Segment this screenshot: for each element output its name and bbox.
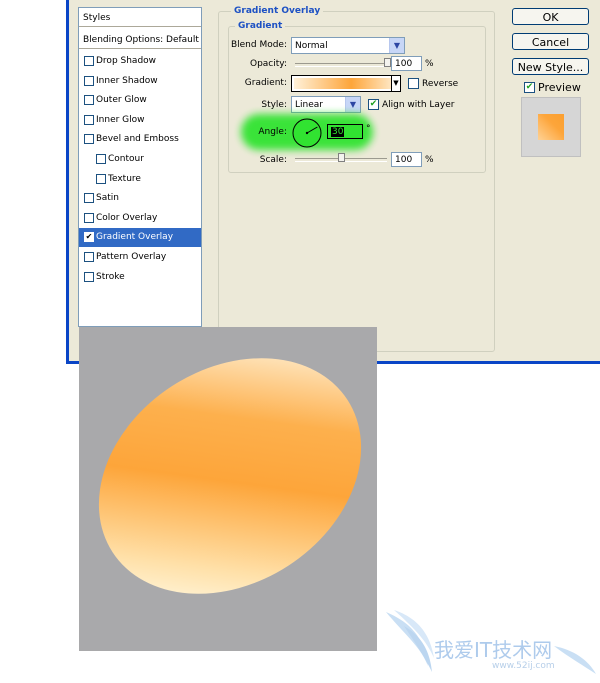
scale-input[interactable]: 100 <box>391 152 422 167</box>
angle-input[interactable]: 30 <box>327 124 363 139</box>
blend-mode-select[interactable]: Normal ▼ <box>291 37 405 54</box>
angle-unit: ° <box>366 124 371 134</box>
style-item-label: Outer Glow <box>96 95 147 106</box>
reverse-label: Reverse <box>422 79 459 89</box>
new-style-button[interactable]: New Style... <box>512 58 589 75</box>
watermark-site-name: 我爱IT技术网 <box>434 638 553 662</box>
chevron-down-icon[interactable]: ▼ <box>345 97 360 112</box>
style-item-checkbox[interactable] <box>84 114 94 125</box>
gradient-subgroup-title: Gradient <box>235 21 286 31</box>
style-item-checkbox[interactable]: ✔ <box>84 232 94 243</box>
blend-mode-label: Blend Mode: <box>230 40 287 50</box>
gradient-swatch <box>294 78 398 89</box>
style-item-checkbox[interactable] <box>84 134 94 145</box>
style-item-label: Drop Shadow <box>96 56 157 66</box>
style-item-texture[interactable]: Texture <box>79 170 201 189</box>
preview-label: Preview <box>538 81 581 94</box>
scale-unit: % <box>425 155 434 165</box>
ok-button[interactable]: OK <box>512 8 589 25</box>
style-label: Style: <box>261 100 287 110</box>
opacity-slider-track[interactable] <box>295 63 387 67</box>
style-item-checkbox[interactable] <box>84 252 94 262</box>
style-item-checkbox[interactable] <box>84 95 94 106</box>
gradient-label: Gradient: <box>244 78 287 88</box>
style-item-outer-glow[interactable]: Outer Glow <box>79 91 201 110</box>
cancel-button[interactable]: Cancel <box>512 33 589 50</box>
style-item-checkbox[interactable] <box>84 75 94 86</box>
style-item-stroke[interactable]: Stroke <box>79 268 201 287</box>
style-item-label: Pattern Overlay <box>96 252 167 262</box>
style-item-drop-shadow[interactable]: Drop Shadow <box>79 52 201 71</box>
style-item-checkbox[interactable] <box>96 154 106 164</box>
style-item-gradient-overlay[interactable]: ✔ Gradient Overlay <box>79 228 201 248</box>
style-item-checkbox[interactable] <box>84 56 94 66</box>
opacity-slider-thumb[interactable] <box>384 58 391 67</box>
style-item-label: Color Overlay <box>96 212 158 223</box>
style-item-checkbox[interactable] <box>84 193 94 204</box>
styles-header[interactable]: Styles <box>79 8 201 27</box>
gradient-ellipse <box>98 358 362 594</box>
preview-square <box>538 114 564 140</box>
angle-value: 30 <box>331 127 345 137</box>
style-item-label: Satin <box>96 193 119 204</box>
angle-dial[interactable] <box>291 117 323 149</box>
style-item-contour[interactable]: Contour <box>79 150 201 169</box>
blend-mode-value: Normal <box>295 41 328 51</box>
chevron-down-icon[interactable]: ▼ <box>389 38 404 53</box>
style-item-color-overlay[interactable]: Color Overlay <box>79 209 201 228</box>
align-with-layer-label: Align with Layer <box>382 100 455 110</box>
style-item-label: Inner Glow <box>96 114 145 125</box>
reverse-checkbox[interactable] <box>408 78 419 89</box>
style-item-label: Gradient Overlay <box>96 232 174 243</box>
styles-list: Styles Blending Options: Default Drop Sh… <box>78 7 202 327</box>
style-item-label: Bevel and Emboss <box>96 134 179 145</box>
style-item-pattern-overlay[interactable]: Pattern Overlay <box>79 248 201 267</box>
opacity-label: Opacity: <box>250 59 287 69</box>
style-item-label: Stroke <box>96 271 125 282</box>
gradient-ellipse-art <box>98 358 362 594</box>
style-select[interactable]: Linear ▼ <box>291 96 361 113</box>
gradient-overlay-title: Gradient Overlay <box>231 6 324 16</box>
style-item-label: Inner Shadow <box>96 75 158 86</box>
style-value: Linear <box>295 100 323 110</box>
style-item-checkbox[interactable] <box>84 271 94 282</box>
align-with-layer-checkbox[interactable]: ✔ <box>368 99 379 110</box>
style-preview-swatch <box>521 97 581 157</box>
angle-label: Angle: <box>258 127 287 137</box>
style-item-inner-glow[interactable]: Inner Glow <box>79 111 201 130</box>
canvas-preview <box>79 327 377 651</box>
style-item-bevel-and-emboss[interactable]: Bevel and Emboss <box>79 130 201 149</box>
watermark-url: www.52ij.com <box>492 661 555 671</box>
style-item-label: Texture <box>108 173 141 184</box>
scale-label: Scale: <box>259 155 287 165</box>
opacity-input[interactable]: 100 <box>391 56 422 71</box>
scale-slider-thumb[interactable] <box>338 153 345 162</box>
watermark: 我爱IT技术网 www.52ij.com <box>384 606 598 680</box>
gradient-dropdown-icon[interactable]: ▼ <box>391 75 401 92</box>
preview-checkbox[interactable]: ✔ <box>524 82 535 93</box>
style-item-inner-shadow[interactable]: Inner Shadow <box>79 72 201 91</box>
style-item-checkbox[interactable] <box>96 173 106 184</box>
style-item-label: Contour <box>108 154 144 164</box>
opacity-unit: % <box>425 59 434 69</box>
blending-options-item[interactable]: Blending Options: Default <box>79 30 201 49</box>
style-item-checkbox[interactable] <box>84 212 94 223</box>
style-item-satin[interactable]: Satin <box>79 189 201 208</box>
gradient-picker[interactable] <box>291 75 401 92</box>
